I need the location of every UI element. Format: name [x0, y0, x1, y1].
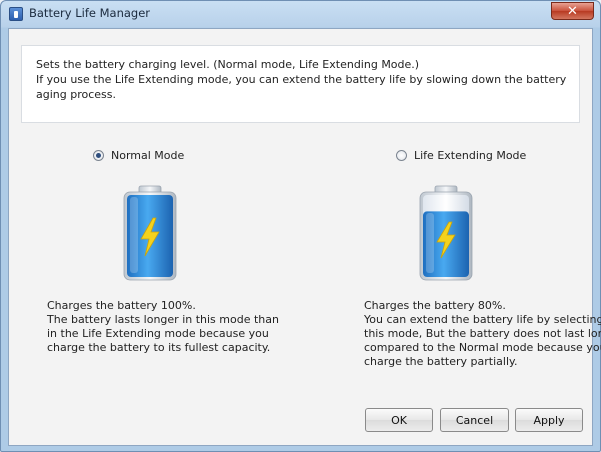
info-line-1: Sets the battery charging level. (Normal…	[36, 58, 420, 71]
normal-mode-radio[interactable]	[93, 150, 104, 161]
dialog-client-area: Sets the battery charging level. (Normal…	[8, 28, 601, 446]
info-panel: Sets the battery charging level. (Normal…	[21, 45, 580, 123]
life-desc-line-3: this mode, But the battery does not last…	[364, 327, 601, 340]
window-title: Battery Life Manager	[29, 6, 151, 20]
life-extending-mode-description: Charges the battery 80%. You can extend …	[364, 299, 601, 369]
normal-mode-option[interactable]: Normal Mode	[93, 149, 184, 162]
normal-mode-description: Charges the battery 100%. The battery la…	[47, 299, 279, 355]
normal-desc-line-4: charge the battery to its fullest capaci…	[47, 341, 271, 354]
life-desc-line-2: You can extend the battery life by selec…	[364, 313, 601, 326]
apply-button[interactable]: Apply	[515, 408, 583, 432]
life-extending-mode-radio[interactable]	[396, 150, 407, 161]
life-extending-mode-option[interactable]: Life Extending Mode	[396, 149, 526, 162]
normal-desc-line-1: Charges the battery 100%.	[47, 299, 196, 312]
cancel-button[interactable]: Cancel	[440, 408, 509, 432]
life-extending-mode-label[interactable]: Life Extending Mode	[414, 149, 526, 162]
title-bar[interactable]: Battery Life Manager ✕	[1, 1, 600, 27]
info-line-3: aging process.	[36, 88, 116, 101]
ok-button[interactable]: OK	[365, 408, 433, 432]
battery-partial-icon	[419, 185, 473, 281]
battery-full-icon	[123, 185, 177, 281]
close-button[interactable]: ✕	[551, 2, 594, 20]
life-desc-line-5: charge the battery partially.	[364, 355, 518, 368]
life-desc-line-4: compared to the Normal mode because you	[364, 341, 601, 354]
battery-life-manager-window: Battery Life Manager ✕ Sets the battery …	[0, 0, 601, 452]
battery-app-icon	[9, 7, 23, 21]
normal-desc-line-3: in the Life Extending mode because you	[47, 327, 269, 340]
normal-mode-label[interactable]: Normal Mode	[111, 149, 184, 162]
normal-desc-line-2: The battery lasts longer in this mode th…	[47, 313, 279, 326]
life-desc-line-1: Charges the battery 80%.	[364, 299, 506, 312]
info-line-2: If you use the Life Extending mode, you …	[36, 73, 567, 86]
